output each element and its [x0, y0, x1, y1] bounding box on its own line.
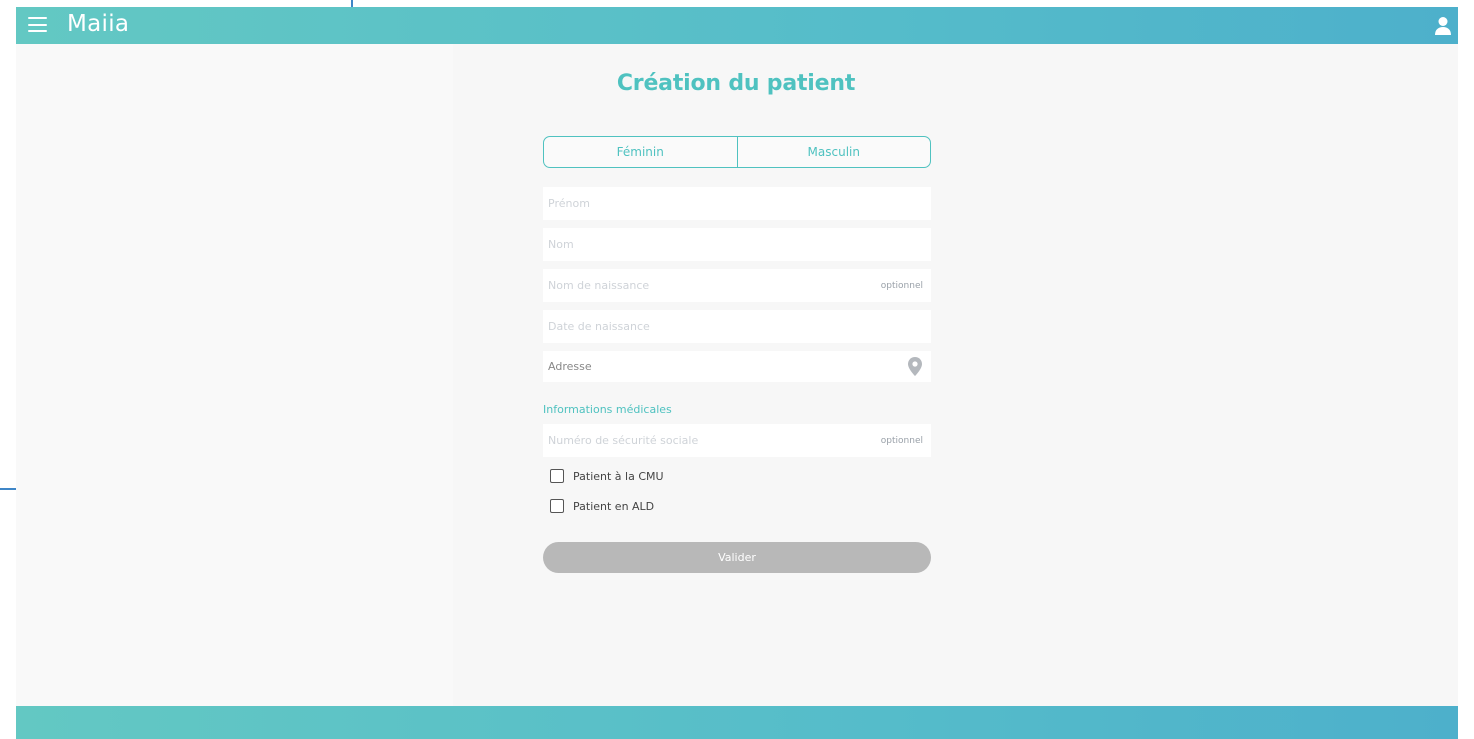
birth-name-input[interactable] — [543, 269, 881, 302]
cmu-checkbox[interactable] — [550, 469, 564, 483]
gender-selector: Féminin Masculin — [543, 136, 931, 168]
hamburger-icon[interactable] — [28, 17, 47, 32]
optional-tag: optionnel — [880, 280, 923, 291]
first-name-input[interactable] — [543, 187, 931, 220]
ald-checkbox-row[interactable]: Patient en ALD — [550, 499, 654, 513]
birth-date-field — [543, 310, 931, 343]
validate-button[interactable]: Valider — [543, 542, 931, 573]
social-security-input[interactable] — [543, 424, 881, 457]
first-name-field — [543, 187, 931, 220]
last-name-field — [543, 228, 931, 261]
user-icon[interactable] — [1434, 16, 1452, 36]
brand-logo[interactable]: Maiia — [67, 8, 129, 40]
decorative-line-horizontal — [0, 488, 16, 490]
page-title: Création du patient — [616, 71, 856, 96]
social-security-field: optionnel — [543, 424, 931, 457]
optional-tag: optionnel — [880, 435, 923, 446]
ald-label: Patient en ALD — [573, 499, 655, 513]
medical-info-heading: Informations médicales — [543, 403, 672, 416]
gender-option-male[interactable]: Masculin — [736, 137, 931, 167]
birth-date-input[interactable] — [543, 310, 931, 343]
cmu-label: Patient à la CMU — [573, 469, 664, 483]
footer-bar — [16, 706, 1458, 739]
top-bar: Maiia — [16, 7, 1458, 44]
address-field[interactable]: Adresse — [543, 351, 931, 382]
address-label: Adresse — [548, 360, 592, 373]
ald-checkbox[interactable] — [550, 499, 564, 513]
birth-name-field: optionnel — [543, 269, 931, 302]
location-pin-icon — [908, 357, 922, 376]
gender-option-female[interactable]: Féminin — [544, 137, 737, 167]
left-panel — [16, 44, 453, 706]
app-window: Maiia Création du patient Féminin Mascul… — [16, 7, 1458, 739]
cmu-checkbox-row[interactable]: Patient à la CMU — [550, 469, 664, 483]
last-name-input[interactable] — [543, 228, 931, 261]
